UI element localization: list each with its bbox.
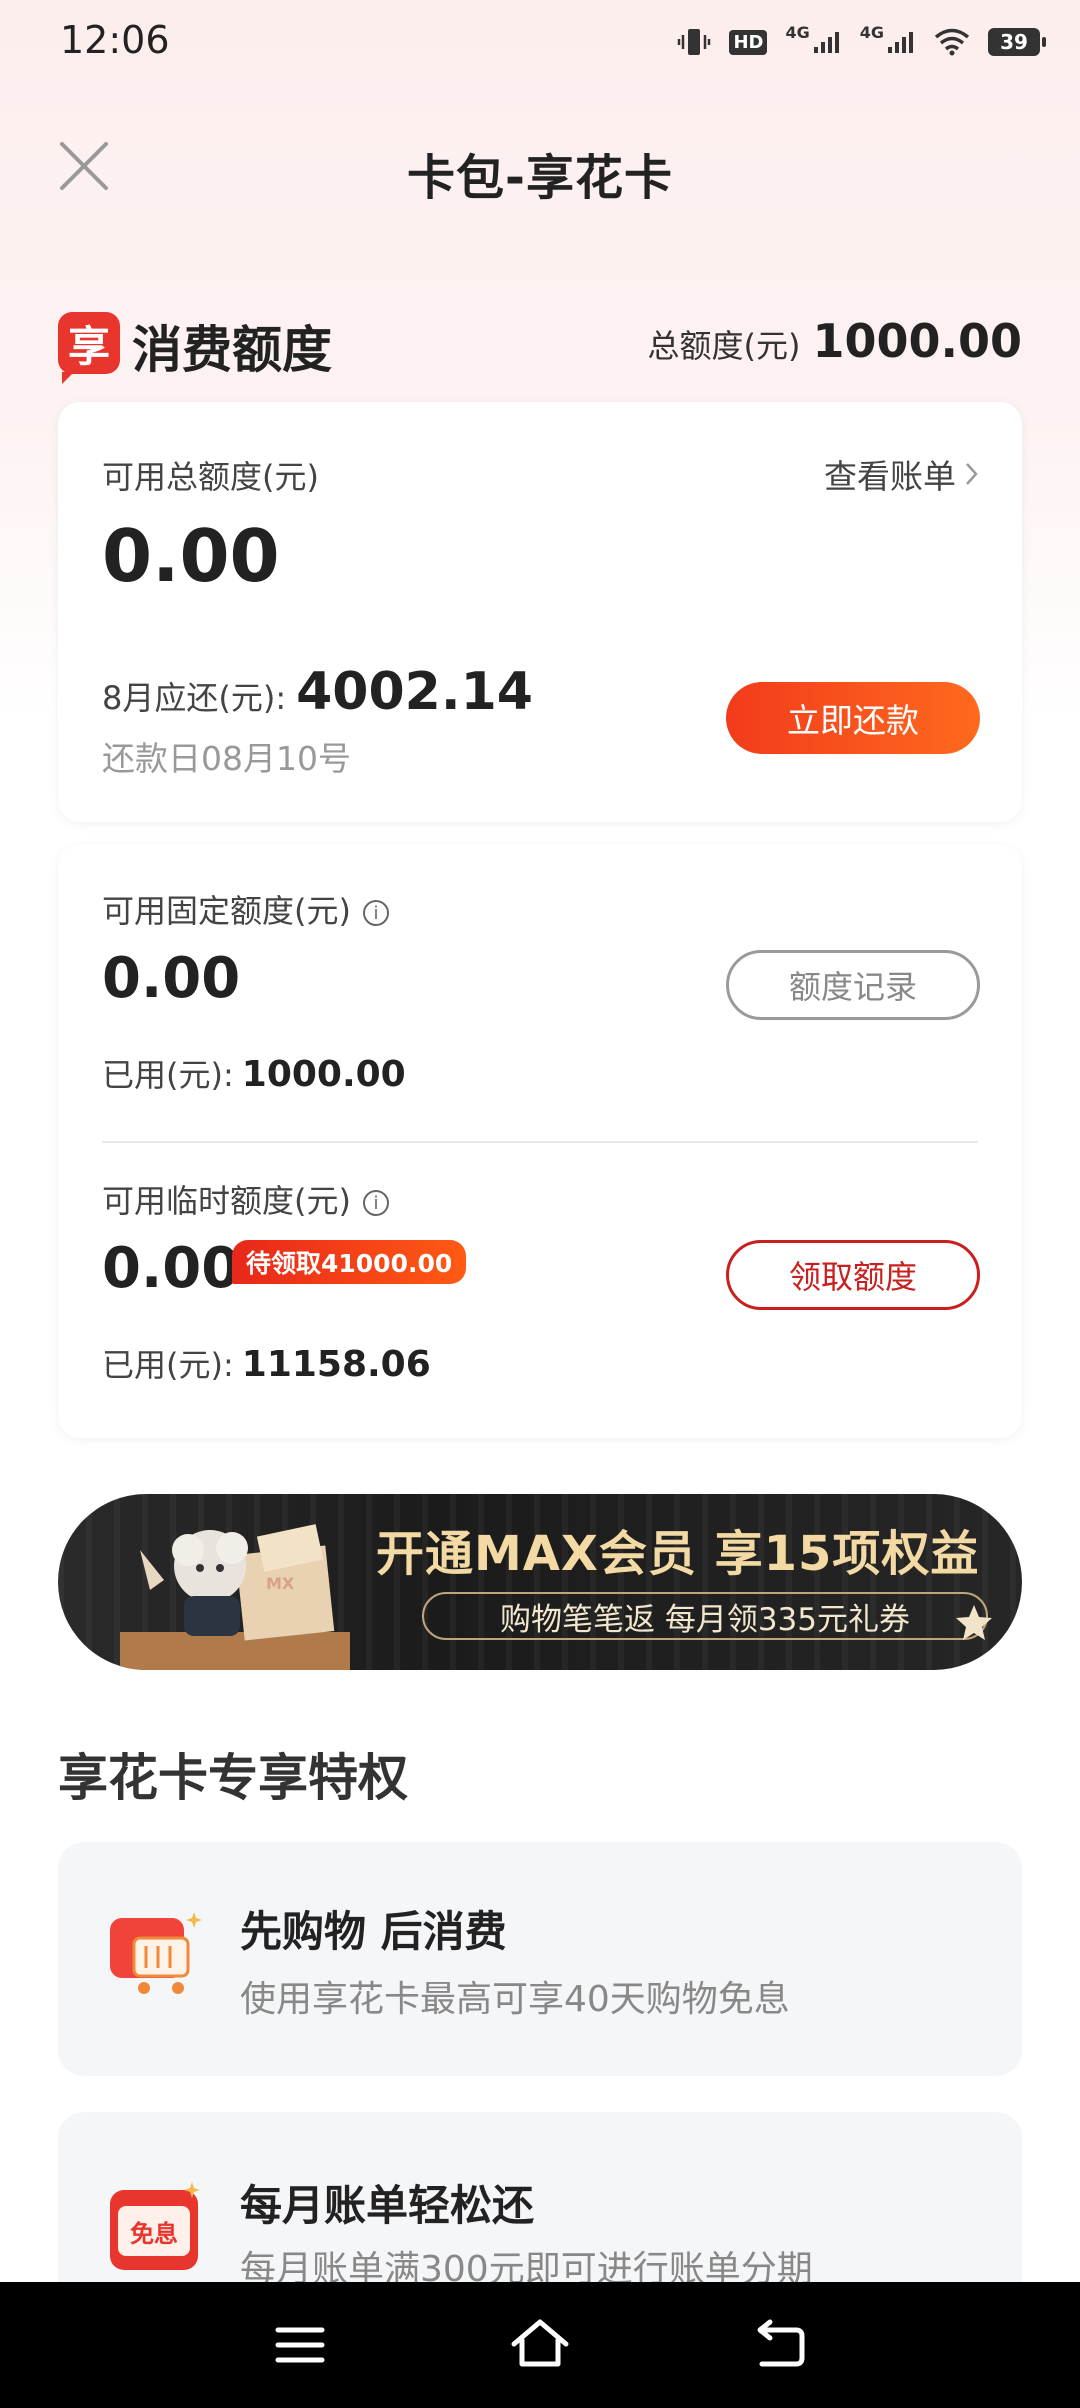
repay-now-button[interactable]: 立即还款 — [726, 682, 980, 754]
back-button[interactable] — [752, 2318, 808, 2372]
privilege-title: 先购物 后消费 — [240, 1907, 507, 1956]
signal-icon-2: 4G — [860, 23, 916, 55]
info-icon[interactable]: i — [362, 1190, 389, 1216]
view-bill-link[interactable]: 查看账单 — [824, 450, 980, 498]
page-title: 卡包-享花卡 — [407, 150, 673, 206]
brand-logo: 享 — [58, 312, 120, 384]
wifi-icon — [934, 28, 970, 56]
fixed-limit-label-row: 可用固定额度(元) i — [102, 886, 389, 932]
temp-used: 已用(元): 11158.06 — [102, 1340, 431, 1386]
star-icon — [954, 1602, 994, 1646]
fixed-used: 已用(元): 1000.00 — [102, 1050, 406, 1096]
total-limit-label: 总额度(元) — [647, 327, 801, 365]
available-total-label: 可用总额度(元) — [102, 458, 319, 496]
total-limit-value: 1000.00 — [812, 314, 1022, 368]
temp-limit-label: 可用临时额度(元) — [102, 1182, 351, 1220]
back-icon — [757, 2319, 805, 2367]
box-logo: MX — [266, 1574, 295, 1593]
temp-limit-value: 0.00 — [102, 1236, 241, 1301]
section-title: 消费额度 — [132, 321, 332, 379]
info-icon[interactable]: i — [362, 900, 389, 926]
limit-record-button[interactable]: 额度记录 — [726, 950, 980, 1020]
status-time: 12:06 — [60, 18, 170, 62]
fixed-limit-value: 0.00 — [102, 946, 241, 1011]
menu-button[interactable] — [272, 2320, 328, 2370]
due-label: 8月应还(元): — [102, 679, 287, 717]
interest-free-icon: 免息 — [108, 2180, 204, 2276]
interest-free-icon-label: 免息 — [130, 2220, 178, 2248]
menu-icon — [275, 2327, 325, 2363]
privilege-desc: 使用享花卡最高可享40天购物免息 — [240, 1979, 790, 2020]
banner-title: 开通MAX会员 享15项权益 — [376, 1526, 980, 1582]
home-icon — [511, 2319, 569, 2367]
divider — [102, 1141, 978, 1143]
max-membership-banner[interactable]: MX 开通MAX会员 享15项权益 购物笔笔返 每月领335元礼券 — [58, 1494, 1022, 1670]
claim-limit-button[interactable]: 领取额度 — [726, 1240, 980, 1310]
available-total-value: 0.00 — [102, 514, 280, 598]
due-value: 4002.14 — [296, 662, 533, 722]
shopping-cart-icon — [106, 1904, 206, 2004]
fixed-limit-label: 可用固定额度(元) — [102, 892, 351, 930]
view-bill-label: 查看账单 — [824, 457, 956, 496]
home-button[interactable] — [508, 2314, 572, 2374]
temp-limit-label-row: 可用临时额度(元) i — [102, 1176, 389, 1222]
privileges-title: 享花卡专享特权 — [58, 1749, 408, 1807]
fixed-used-value: 1000.00 — [241, 1054, 406, 1095]
battery-icon: 39 — [988, 28, 1046, 56]
hd-icon: HD — [729, 29, 768, 55]
temp-used-value: 11158.06 — [241, 1344, 431, 1385]
status-icons: HD 4G 4G 39 — [677, 22, 1046, 62]
fixed-used-label: 已用(元): — [102, 1056, 234, 1094]
total-limit: 总额度(元) 1000.00 — [648, 314, 1023, 368]
privilege-item-shopping[interactable]: 先购物 后消费 使用享花卡最高可享40天购物免息 — [58, 1842, 1022, 2076]
mascot-illustration — [120, 1520, 360, 1670]
due-date: 还款日08月10号 — [102, 739, 351, 778]
vibrate-icon — [677, 25, 711, 59]
pending-claim-badge: 待领取41000.00 — [232, 1240, 467, 1284]
signal-icon-1: 4G — [785, 23, 841, 55]
temp-used-label: 已用(元): — [102, 1346, 234, 1384]
chevron-right-icon — [966, 463, 978, 485]
banner-subtitle: 购物笔笔返 每月领335元礼券 — [422, 1592, 988, 1640]
system-navigation-bar — [0, 2282, 1080, 2408]
privilege-title: 每月账单轻松还 — [240, 2181, 535, 2230]
available-total-card: 可用总额度(元) 查看账单 0.00 8月应还(元): 4002.14 还款日0… — [58, 402, 1022, 822]
due-amount: 8月应还(元): 4002.14 — [102, 662, 533, 722]
